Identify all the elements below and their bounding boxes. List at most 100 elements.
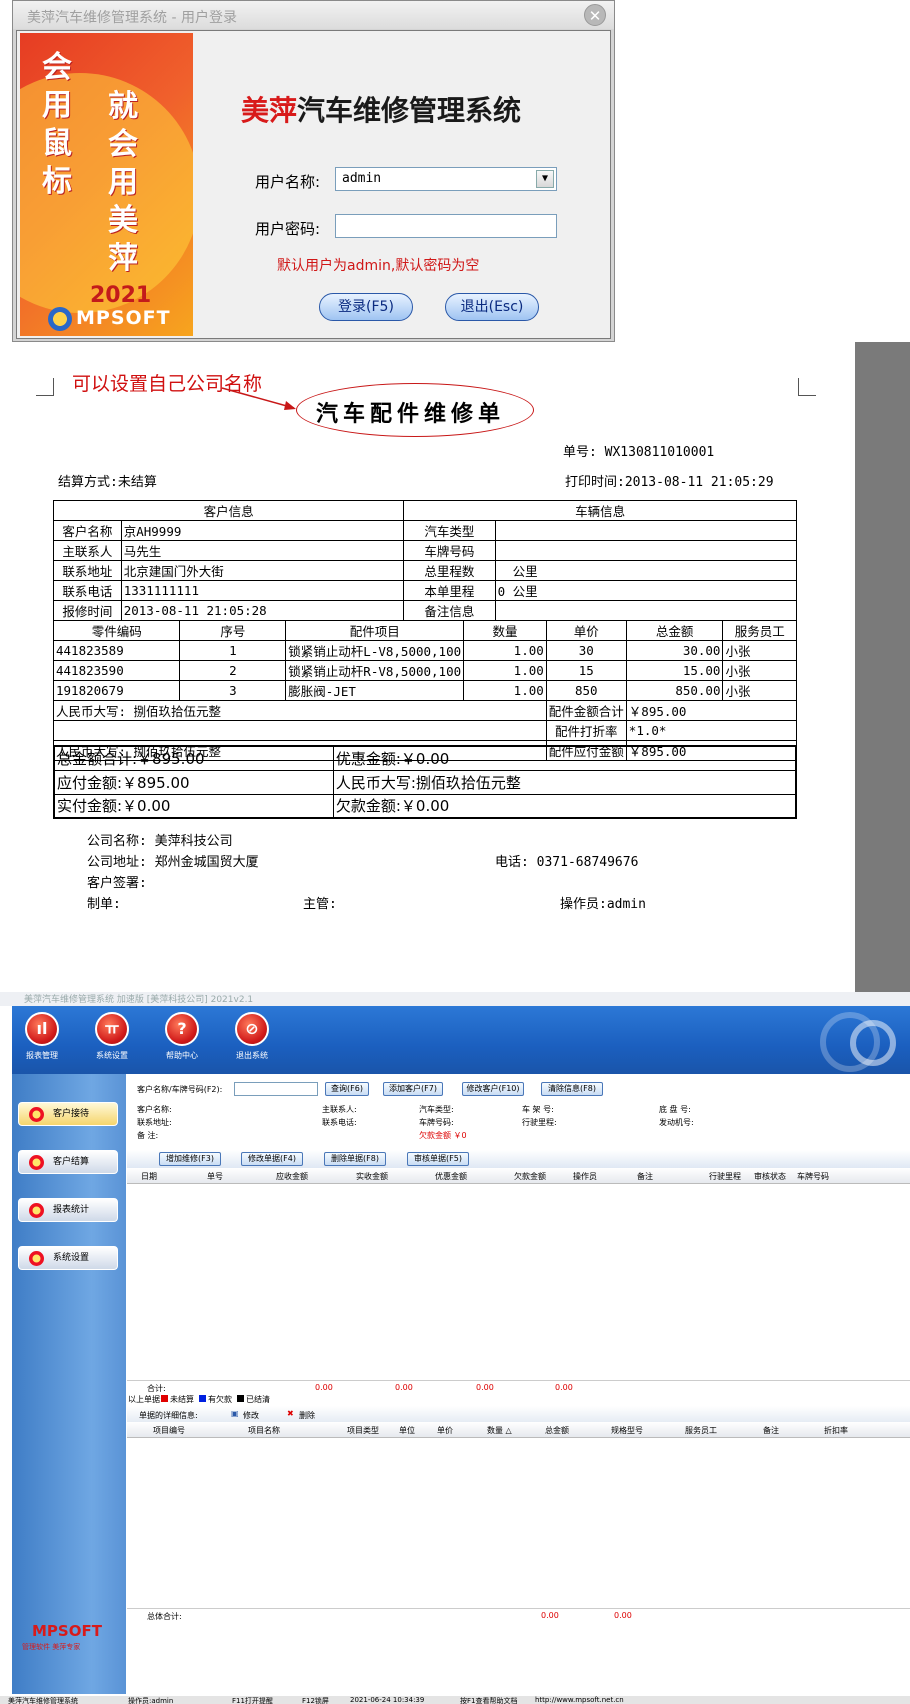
sidebar-brand: MPSOFT 管理软件 美萍专家 (12, 1592, 126, 1696)
column-header[interactable]: 项目编号 (153, 1425, 185, 1436)
toolbar-help-button[interactable]: ? 帮助中心 (152, 1012, 212, 1070)
login-button[interactable]: 登录(F5) (319, 293, 413, 321)
company-name: 公司名称: 美萍科技公司 (87, 834, 233, 849)
status-reminder[interactable]: F11打开提醒 (232, 1696, 273, 1704)
sidebar-item-settlement[interactable]: 客户结算 (18, 1150, 118, 1174)
app-title-brand: 美萍 (241, 94, 298, 127)
edit-order-button[interactable]: 修改单据(F4) (241, 1152, 303, 1166)
query-button[interactable]: 查询(F6) (325, 1082, 369, 1096)
sum-value: 0.00 (476, 1383, 494, 1392)
detail-delete-button[interactable]: 删除 (299, 1410, 315, 1421)
page-corner-mark (798, 378, 816, 396)
table-row: 配件打折率 *1.0* (53, 720, 798, 741)
cell: 30.00 (625, 640, 724, 661)
rmb-upper-1: 人民币大写: 捌佰玖拾伍元整 (53, 700, 547, 721)
add-customer-button[interactable]: 添加客户(F7) (383, 1082, 443, 1096)
audit-order-button[interactable]: 审核单据(F5) (407, 1152, 469, 1166)
legend-label: 有欠款 (208, 1395, 232, 1404)
parts-total-value: ￥895.00 (625, 700, 798, 721)
detail-edit-button[interactable]: 修改 (243, 1410, 259, 1421)
column-header[interactable]: 数量 △ (487, 1425, 512, 1436)
detail-grid-body[interactable] (127, 1438, 910, 1608)
column-header[interactable]: 单号 (207, 1171, 223, 1182)
status-url[interactable]: http://www.mpsoft.net.cn (535, 1696, 624, 1704)
column-header[interactable]: 项目类型 (347, 1425, 379, 1436)
toolbar-label: 退出系统 (236, 1051, 268, 1060)
add-repair-button[interactable]: 增加维修(F3) (159, 1152, 221, 1166)
column-header[interactable]: 单价 (437, 1425, 453, 1436)
edit-customer-button[interactable]: 修改客户(F10) (462, 1082, 524, 1096)
status-lock[interactable]: F12锁屏 (302, 1696, 329, 1704)
cell: 1.00 (463, 660, 547, 681)
column-header[interactable]: 行驶里程 (709, 1171, 741, 1182)
column-header[interactable]: 项目名称 (248, 1425, 280, 1436)
column-header[interactable]: 审核状态 (754, 1171, 786, 1182)
column-header[interactable]: 优惠金额 (435, 1171, 467, 1182)
table-row: 联系地址 北京建国门外大街 总里程数 公里 (53, 560, 798, 581)
sidebar-item-label: 系统设置 (53, 1253, 90, 1263)
cell: 441823589 (52, 640, 181, 661)
table-row: 实付金额:￥0.00 欠款金额:￥0.00 (53, 793, 797, 819)
detail-label: 单据的详细信息: (139, 1411, 198, 1420)
column-header: 总金额 (625, 620, 724, 641)
delete-icon[interactable]: ✖ (287, 1409, 294, 1418)
username-select[interactable]: admin ▼ (335, 167, 557, 191)
column-header[interactable]: 欠款金额 (514, 1171, 546, 1182)
print-time: 打印时间:2013-08-11 21:05:29 (565, 475, 774, 490)
toolbar-reports-button[interactable]: ıl 报表管理 (12, 1012, 72, 1070)
column-header[interactable]: 折扣率 (824, 1425, 848, 1436)
decor-swirl (850, 1020, 896, 1066)
company-phone: 电话: 0371-68749676 (495, 855, 639, 870)
sidebar-item-label: 客户接待 (53, 1109, 90, 1119)
cell: 1.00 (463, 640, 547, 661)
cell: 441823590 (52, 660, 181, 681)
cell: 锁紧销止动杆R-V8,5000,100 (285, 660, 465, 681)
password-field[interactable] (335, 214, 557, 238)
column-header[interactable]: 日期 (141, 1171, 157, 1182)
cell (53, 720, 547, 741)
exit-button[interactable]: 退出(Esc) (445, 293, 539, 321)
search-input[interactable] (234, 1082, 318, 1096)
column-header[interactable]: 规格型号 (611, 1425, 643, 1436)
delete-order-button[interactable]: 删除单据(F8) (324, 1152, 386, 1166)
cell (494, 600, 798, 621)
operator-label: 操作员:admin (560, 897, 646, 912)
cell: 北京建国门外大街 (120, 560, 405, 581)
cell: 小张 (722, 680, 797, 701)
sidebar-item-settings[interactable]: 系统设置 (18, 1246, 118, 1270)
toolbar-settings-button[interactable]: ㅠ系统设置 (82, 1012, 142, 1070)
column-header[interactable]: 单位 (399, 1425, 415, 1436)
sidebar-item-reports[interactable]: 报表统计 (18, 1198, 118, 1222)
column-header[interactable]: 应收金额 (276, 1171, 308, 1182)
clear-info-button[interactable]: 清除信息(F8) (541, 1082, 603, 1096)
sidebar-dot-icon (29, 1251, 44, 1266)
company-address: 公司地址: 郑州金城国贸大厦 (87, 855, 259, 870)
edit-icon[interactable]: ▣ (231, 1409, 239, 1418)
toolbar-exit-button[interactable]: ⊘ 退出系统 (222, 1012, 282, 1070)
column-header[interactable]: 备注 (763, 1425, 779, 1436)
tools-icon: ㅠ (95, 1012, 129, 1046)
column-header: 服务员工 (722, 620, 797, 641)
column-header[interactable]: 操作员 (573, 1171, 597, 1182)
cell: 850.00 (625, 680, 724, 701)
column-header[interactable]: 总金额 (545, 1425, 569, 1436)
discount-value: *1.0* (625, 720, 798, 741)
column-header[interactable]: 实收金额 (356, 1171, 388, 1182)
sidebar-item-reception[interactable]: 客户接待 (18, 1102, 118, 1126)
cell: 2 (179, 660, 287, 681)
status-operator: 操作员:admin (128, 1697, 174, 1704)
manager-label: 主管: (303, 897, 337, 912)
column-header[interactable]: 车牌号码 (797, 1171, 829, 1182)
cell: 马先生 (120, 540, 405, 561)
invoice-table: 客户信息 车辆信息 客户名称 京AH9999 汽车类型 主联系人 马先生 车牌号… (52, 500, 798, 761)
close-icon[interactable]: ✕ (584, 4, 606, 26)
chevron-down-icon[interactable]: ▼ (536, 170, 554, 188)
status-help[interactable]: 按F1查看帮助文档 (460, 1696, 517, 1704)
vehicle-header: 车辆信息 (403, 500, 797, 521)
preview-scrollbar[interactable] (855, 342, 910, 994)
parts-total-label: 配件金额合计 (545, 700, 627, 721)
column-header: 配件项目 (285, 620, 465, 641)
column-header[interactable]: 服务员工 (685, 1425, 717, 1436)
orders-grid-body[interactable] (127, 1184, 910, 1380)
column-header[interactable]: 备注 (637, 1171, 653, 1182)
